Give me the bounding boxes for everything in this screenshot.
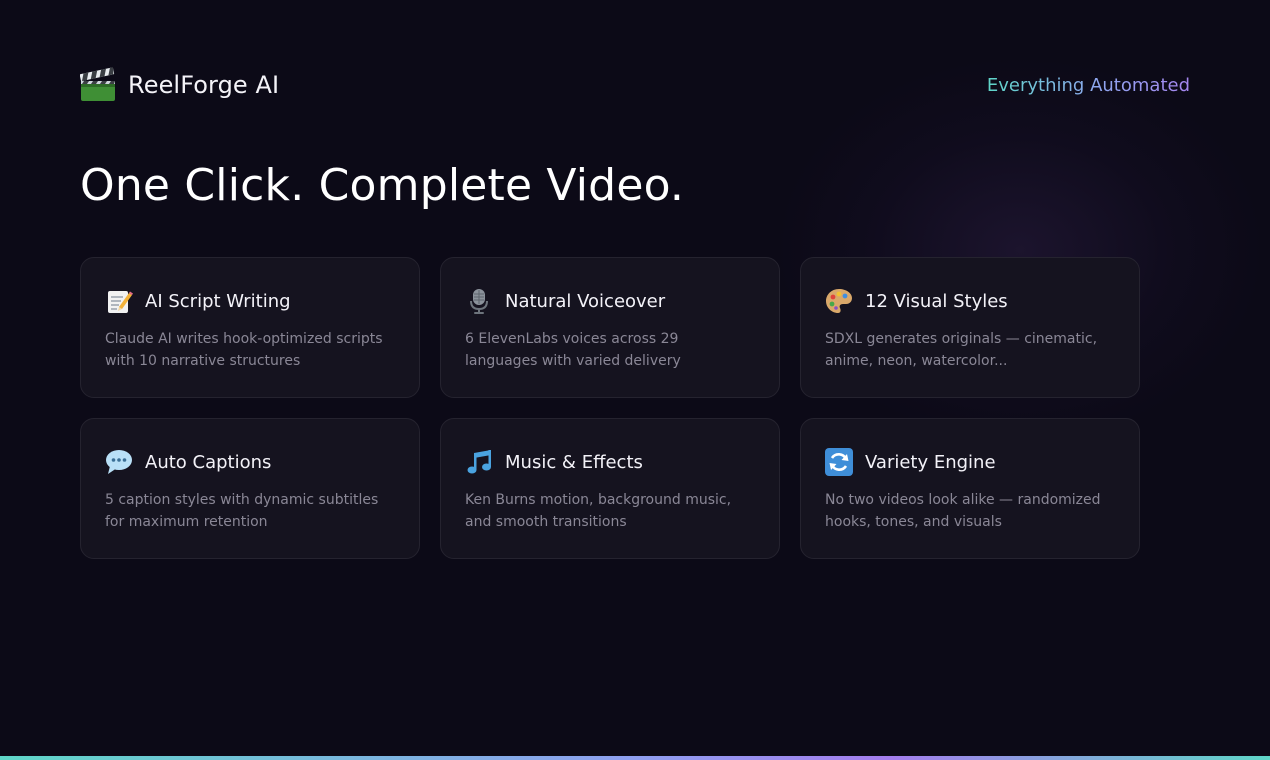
brand-name: ReelForge AI <box>128 71 280 99</box>
palette-icon <box>826 289 852 313</box>
feature-card-voiceover: Natural Voiceover 6 ElevenLabs voices ac… <box>440 257 780 398</box>
top-header: ReelForge AI Everything Automated <box>80 64 1190 106</box>
feature-card-captions: Auto Captions 5 caption styles with dyna… <box>80 418 420 559</box>
feature-card-script-writing: AI Script Writing Claude AI writes hook-… <box>80 257 420 398</box>
feature-description: 6 ElevenLabs voices across 29 languages … <box>465 331 681 369</box>
refresh-icon <box>825 448 853 476</box>
microphone-icon <box>470 289 488 314</box>
memo-icon <box>108 291 133 313</box>
music-notes-icon <box>467 450 491 474</box>
page-headline: One Click. Complete Video. <box>80 160 685 211</box>
speech-bubble-icon <box>106 450 132 474</box>
feature-title: Natural Voiceover <box>505 290 666 312</box>
feature-card-visual-styles: 12 Visual Styles SDXL generates original… <box>800 257 1140 398</box>
feature-card-music-effects: Music & Effects Ken Burns motion, backgr… <box>440 418 780 559</box>
feature-grid: AI Script Writing Claude AI writes hook-… <box>80 257 1140 559</box>
clapperboard-icon <box>80 67 115 101</box>
tagline: Everything Automated <box>986 74 1190 96</box>
feature-title: 12 Visual Styles <box>865 290 1008 312</box>
feature-description: SDXL generates originals — cinematic, an… <box>825 331 1098 369</box>
feature-card-variety-engine: Variety Engine No two videos look alike … <box>800 418 1140 559</box>
feature-title: Auto Captions <box>145 451 272 473</box>
feature-description: No two videos look alike — randomized ho… <box>825 492 1101 530</box>
feature-title: Music & Effects <box>505 451 643 473</box>
brand[interactable]: ReelForge AI <box>80 67 279 103</box>
feature-description: Claude AI writes hook-optimized scripts … <box>105 331 383 369</box>
feature-title: AI Script Writing <box>145 290 291 312</box>
feature-description: Ken Burns motion, background music, and … <box>465 492 732 530</box>
bottom-accent-bar <box>0 756 1270 760</box>
feature-title: Variety Engine <box>865 451 996 473</box>
feature-description: 5 caption styles with dynamic subtitles … <box>105 492 379 530</box>
